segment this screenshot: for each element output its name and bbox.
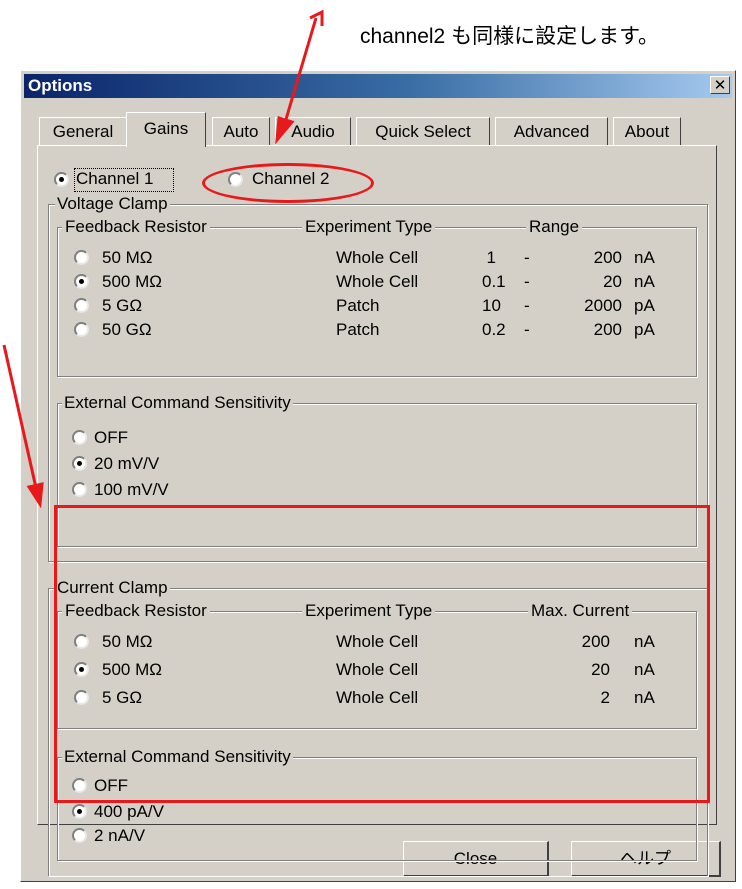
vc-resistor-radio[interactable]: [74, 250, 89, 265]
vc-experiment-type-header: Experiment Type: [302, 217, 436, 237]
vc-range-unit: pA: [634, 320, 655, 339]
vc-range-header: Range: [526, 217, 583, 237]
vc-range-to: 2000: [584, 296, 622, 315]
caption-bracket: [309, 9, 324, 26]
close-icon[interactable]: ✕: [710, 76, 730, 94]
vc-ext-cmd-radio[interactable]: [72, 430, 87, 445]
current-clamp-highlight: [54, 505, 710, 803]
vc-resistor-radio[interactable]: [74, 298, 89, 313]
vc-range-from: 0.2: [482, 320, 506, 339]
tab-gains[interactable]: Gains: [126, 112, 206, 147]
channel-2-highlight: [202, 163, 374, 203]
tab-advanced[interactable]: Advanced: [495, 117, 608, 145]
vc-range-unit: nA: [634, 248, 655, 267]
vc-range-unit: nA: [634, 272, 655, 291]
tab-quick-select[interactable]: Quick Select: [356, 117, 490, 145]
vc-range-from: 1: [486, 248, 496, 267]
tab-general[interactable]: General: [39, 117, 127, 145]
tab-audio[interactable]: Audio: [275, 117, 351, 145]
cc-ext-cmd-radio[interactable]: [72, 828, 87, 843]
vc-range-to: 200: [593, 320, 622, 339]
vc-feedback-resistor-header: Feedback Resistor: [62, 217, 210, 237]
vc-experiment-type: Whole Cell: [336, 272, 419, 291]
vc-feedback-group: Feedback Resistor Experiment Type Range …: [57, 217, 697, 377]
vc-ext-cmd-radio[interactable]: [72, 456, 87, 471]
vc-ext-cmd-title: External Command Sensitivity: [62, 393, 293, 413]
tab-about[interactable]: About: [613, 117, 681, 145]
vc-range-dash: -: [524, 320, 530, 339]
title-bar: Options ✕: [24, 74, 732, 98]
channel-1-label[interactable]: Channel 1: [76, 169, 154, 189]
vc-range-dash: -: [524, 296, 530, 315]
vc-range-to: 20: [603, 272, 622, 291]
tab-auto[interactable]: Auto: [212, 117, 270, 145]
vc-ext-cmd-label[interactable]: 100 mV/V: [94, 480, 169, 500]
vc-experiment-type: Patch: [336, 320, 380, 339]
vc-range-to: 200: [593, 248, 622, 267]
vc-resistor-label: 50 GΩ: [102, 320, 152, 339]
channel-1-radio[interactable]: [54, 172, 69, 187]
vc-experiment-type: Patch: [336, 296, 380, 315]
vc-range-dash: -: [524, 272, 530, 291]
vc-range-dash: -: [524, 248, 530, 267]
cc-ext-cmd-radio[interactable]: [72, 804, 87, 819]
vc-range-from: 0.1: [482, 272, 506, 291]
vc-ext-cmd-label[interactable]: 20 mV/V: [94, 454, 159, 474]
vc-resistor-radio[interactable]: [74, 274, 89, 289]
annotation-caption: channel2 も同様に設定します。: [360, 25, 659, 48]
vc-range-from: 10: [482, 296, 501, 315]
vc-ext-cmd-radio[interactable]: [72, 482, 87, 497]
window-title: Options: [28, 76, 93, 95]
cc-ext-cmd-label[interactable]: 2 nA/V: [94, 826, 145, 846]
vc-resistor-label: 5 GΩ: [102, 296, 143, 315]
vc-experiment-type: Whole Cell: [336, 248, 419, 267]
vc-resistor-label: 50 MΩ: [102, 248, 153, 267]
vc-range-unit: pA: [634, 296, 655, 315]
vc-ext-cmd-label[interactable]: OFF: [94, 428, 128, 448]
vc-resistor-radio[interactable]: [74, 322, 89, 337]
voltage-clamp-title: Voltage Clamp: [55, 194, 170, 214]
cc-ext-cmd-label[interactable]: 400 pA/V: [94, 802, 164, 822]
vc-resistor-label: 500 MΩ: [102, 272, 162, 291]
